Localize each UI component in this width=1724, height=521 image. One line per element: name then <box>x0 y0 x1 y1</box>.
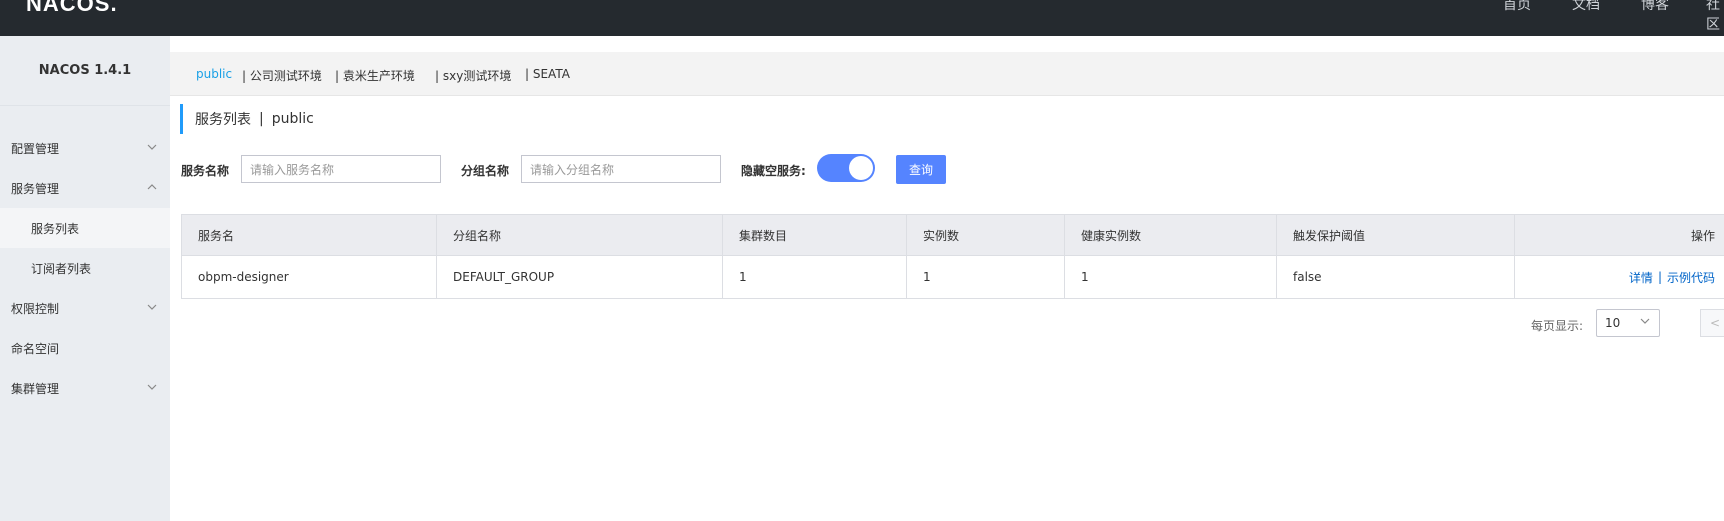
header-group-name: 分组名称 <box>437 215 723 255</box>
page-size-label: 每页显示: <box>1531 319 1584 333</box>
sidebar-item-subscriber-list[interactable]: 订阅者列表 <box>0 248 170 288</box>
action-separator: | <box>1657 270 1662 284</box>
page-title: 服务列表 | public <box>180 104 314 134</box>
nav-blog-link[interactable]: 博客 <box>1641 0 1669 14</box>
chevron-down-icon <box>145 380 159 394</box>
sidebar-item-namespace[interactable]: 命名空间 <box>0 328 170 368</box>
sample-code-link[interactable]: 示例代码 <box>1667 269 1715 286</box>
nav-home-link[interactable]: 首页 <box>1503 0 1531 14</box>
namespace-company-test[interactable]: | 公司测试环境 <box>242 67 322 84</box>
namespace-sxy-test[interactable]: | sxy测试环境 <box>435 67 511 84</box>
sidebar-item-label: 配置管理 <box>11 141 60 156</box>
nav-community-link[interactable]: 社区 <box>1706 0 1724 34</box>
table-header: 服务名 分组名称 集群数目 实例数 健康实例数 触发保护阈值 操作 <box>181 214 1724 256</box>
chevron-left-icon: < <box>1709 316 1721 330</box>
cell-actions: 详情 | 示例代码 <box>1515 256 1723 298</box>
header-healthy-instance-count: 健康实例数 <box>1065 215 1277 255</box>
service-table: 服务名 分组名称 集群数目 实例数 健康实例数 触发保护阈值 操作 obpm-d… <box>181 214 1724 299</box>
sidebar-item-access-control[interactable]: 权限控制 <box>0 288 170 328</box>
page-size-select[interactable]: 10 <box>1596 309 1660 337</box>
page-size-value: 10 <box>1605 316 1621 330</box>
header-actions: 操作 <box>1690 228 1715 243</box>
cell-instance-count: 1 <box>907 256 1065 298</box>
toggle-knob <box>849 156 873 180</box>
namespace-bar: public | 公司测试环境 | 袁米生产环境 | sxy测试环境 | SEA… <box>170 52 1724 96</box>
header-service-name: 服务名 <box>182 215 437 255</box>
sidebar: NACOS 1.4.1 配置管理 服务管理 服务列表 订阅者列表 权限控制 命名… <box>0 36 170 521</box>
group-name-label: 分组名称 <box>461 164 510 178</box>
sidebar-item-label: 服务管理 <box>11 181 60 196</box>
header-instance-count: 实例数 <box>907 215 1065 255</box>
sidebar-item-label: 服务列表 <box>31 221 80 236</box>
query-button[interactable]: 查询 <box>896 155 946 184</box>
cell-service-name: obpm-designer <box>182 256 437 298</box>
page-title-namespace: public <box>271 111 314 127</box>
header-cluster-count: 集群数目 <box>723 215 907 255</box>
sidebar-item-cluster-management[interactable]: 集群管理 <box>0 368 170 408</box>
sidebar-item-service-list[interactable]: 服务列表 <box>0 208 170 248</box>
cell-cluster-count: 1 <box>723 256 907 298</box>
chevron-down-icon <box>145 140 159 154</box>
cell-group-name: DEFAULT_GROUP <box>437 256 723 298</box>
top-navbar: NACOS. 首页 文档 博客 社区 <box>0 0 1724 36</box>
hide-empty-services-toggle[interactable] <box>817 154 875 182</box>
sidebar-title: NACOS 1.4.1 <box>0 36 170 106</box>
namespace-seata[interactable]: | SEATA <box>525 67 570 81</box>
chevron-down-icon <box>1639 315 1651 330</box>
page-title-text: 服务列表 <box>195 112 251 128</box>
service-name-input[interactable]: 请输入服务名称 <box>241 155 441 183</box>
sidebar-item-label: 命名空间 <box>11 341 60 356</box>
cell-healthy-instance-count: 1 <box>1065 256 1277 298</box>
page-title-separator: | <box>259 111 264 127</box>
sidebar-item-config-management[interactable]: 配置管理 <box>0 128 170 168</box>
detail-link[interactable]: 详情 <box>1629 269 1653 286</box>
chevron-up-icon <box>145 180 159 194</box>
hide-empty-services-label: 隐藏空服务: <box>741 164 806 178</box>
table-row: obpm-designer DEFAULT_GROUP 1 1 1 false … <box>181 256 1724 299</box>
sidebar-item-service-management[interactable]: 服务管理 <box>0 168 170 208</box>
sidebar-item-label: 订阅者列表 <box>31 261 92 276</box>
header-protect-threshold: 触发保护阈值 <box>1277 215 1515 255</box>
group-name-input[interactable]: 请输入分组名称 <box>521 155 721 183</box>
prev-page-button[interactable]: < <box>1700 309 1724 337</box>
sidebar-item-label: 权限控制 <box>11 301 60 316</box>
nav-docs-link[interactable]: 文档 <box>1572 0 1600 14</box>
sidebar-item-label: 集群管理 <box>11 381 60 396</box>
namespace-yuanmi-prod[interactable]: | 袁米生产环境 <box>335 67 415 84</box>
nacos-logo[interactable]: NACOS. <box>26 0 118 17</box>
cell-protect-threshold: false <box>1277 256 1515 298</box>
namespace-public[interactable]: public <box>196 67 232 81</box>
service-name-label: 服务名称 <box>181 164 230 178</box>
chevron-down-icon <box>145 300 159 314</box>
